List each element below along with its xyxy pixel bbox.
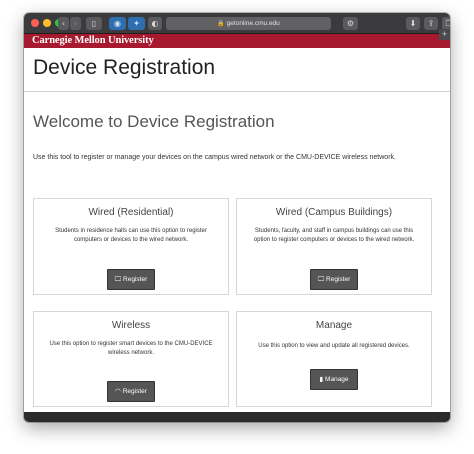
shield-icon: ◐ xyxy=(151,19,159,28)
back-button[interactable]: ‹ xyxy=(58,17,69,30)
card-title: Wired (Campus Buildings) xyxy=(275,207,393,218)
card-title: Wired (Residential) xyxy=(88,207,174,218)
card-title: Wireless xyxy=(111,320,151,331)
card-description: Students in residence halls can use this… xyxy=(55,228,207,243)
footer-bar xyxy=(24,412,450,422)
page-title: Device Registration xyxy=(33,56,216,79)
manage-devices-button[interactable]: ▮ Manage xyxy=(310,369,358,390)
button-label: Register xyxy=(122,388,147,395)
share-button[interactable]: ⇪ xyxy=(424,17,438,30)
card-description: Use this option to register smart device… xyxy=(49,341,213,356)
minimize-window-button[interactable] xyxy=(43,19,51,27)
wifi-icon: ◠ xyxy=(115,387,121,395)
forward-button[interactable]: › xyxy=(70,17,81,30)
new-tab-button[interactable]: + xyxy=(439,29,450,40)
privacy-button[interactable]: ◐ xyxy=(148,17,162,30)
intro-text: Use this tool to register or manage your… xyxy=(33,154,396,161)
extension-button-2[interactable]: ✦ xyxy=(128,17,145,30)
sidebar-toggle-button[interactable]: ▯ xyxy=(86,17,102,30)
card-wired-residential: Wired (Residential) Students in residenc… xyxy=(33,198,229,295)
plus-icon: + xyxy=(441,29,448,39)
close-window-button[interactable] xyxy=(31,19,39,27)
button-label: Manage xyxy=(325,376,349,383)
cmu-logo[interactable]: Carnegie Mellon University xyxy=(32,35,154,47)
document-icon: ▮ xyxy=(319,375,324,383)
share-icon: ⇪ xyxy=(427,19,435,28)
tabs-icon: ❐ xyxy=(445,19,450,28)
address-text: getonline.cmu.edu xyxy=(226,20,280,27)
welcome-heading: Welcome to Device Registration xyxy=(33,112,275,131)
browser-toolbar: ‹ › ▯ ◉ ✦ ◐ 🔒 getonline.cmu.edu ⚙ ⬇ ⇪ ❐ xyxy=(24,13,450,34)
monitor-icon: 🖵 xyxy=(114,275,122,283)
extension-icon: ◉ xyxy=(114,19,121,28)
button-label: Register xyxy=(123,276,148,283)
chevron-right-icon: › xyxy=(73,19,78,28)
gear-icon: ⚙ xyxy=(346,19,355,28)
sidebar-icon: ▯ xyxy=(91,19,97,28)
card-description: Students, faculty, and staff in campus b… xyxy=(253,228,415,243)
card-wireless: Wireless Use this option to register sma… xyxy=(33,311,229,407)
address-bar[interactable]: 🔒 getonline.cmu.edu xyxy=(166,17,331,30)
download-icon: ⬇ xyxy=(409,19,417,28)
card-wired-campus-buildings: Wired (Campus Buildings) Students, facul… xyxy=(236,198,432,295)
card-manage: Manage Use this option to view and updat… xyxy=(236,311,432,407)
download-button[interactable]: ⬇ xyxy=(406,17,420,30)
card-title: Manage xyxy=(315,320,353,331)
header-divider xyxy=(24,91,450,92)
monitor-icon: 🖵 xyxy=(317,275,325,283)
register-wireless-button[interactable]: ◠ Register xyxy=(107,381,155,402)
register-wired-residential-button[interactable]: 🖵 Register xyxy=(107,269,155,290)
extension-icon-2: ✦ xyxy=(133,19,140,28)
cmu-header-bar: Carnegie Mellon University xyxy=(24,34,450,48)
lock-icon: 🔒 xyxy=(217,21,225,27)
settings-button[interactable]: ⚙ xyxy=(343,17,358,30)
chevron-left-icon: ‹ xyxy=(61,19,66,28)
extension-button[interactable]: ◉ xyxy=(109,17,126,30)
register-wired-campus-button[interactable]: 🖵 Register xyxy=(310,269,358,290)
card-description: Use this option to view and update all r… xyxy=(258,343,410,349)
button-label: Register xyxy=(326,276,351,283)
browser-window: ‹ › ▯ ◉ ✦ ◐ 🔒 getonline.cmu.edu ⚙ ⬇ ⇪ ❐ C… xyxy=(24,13,450,422)
